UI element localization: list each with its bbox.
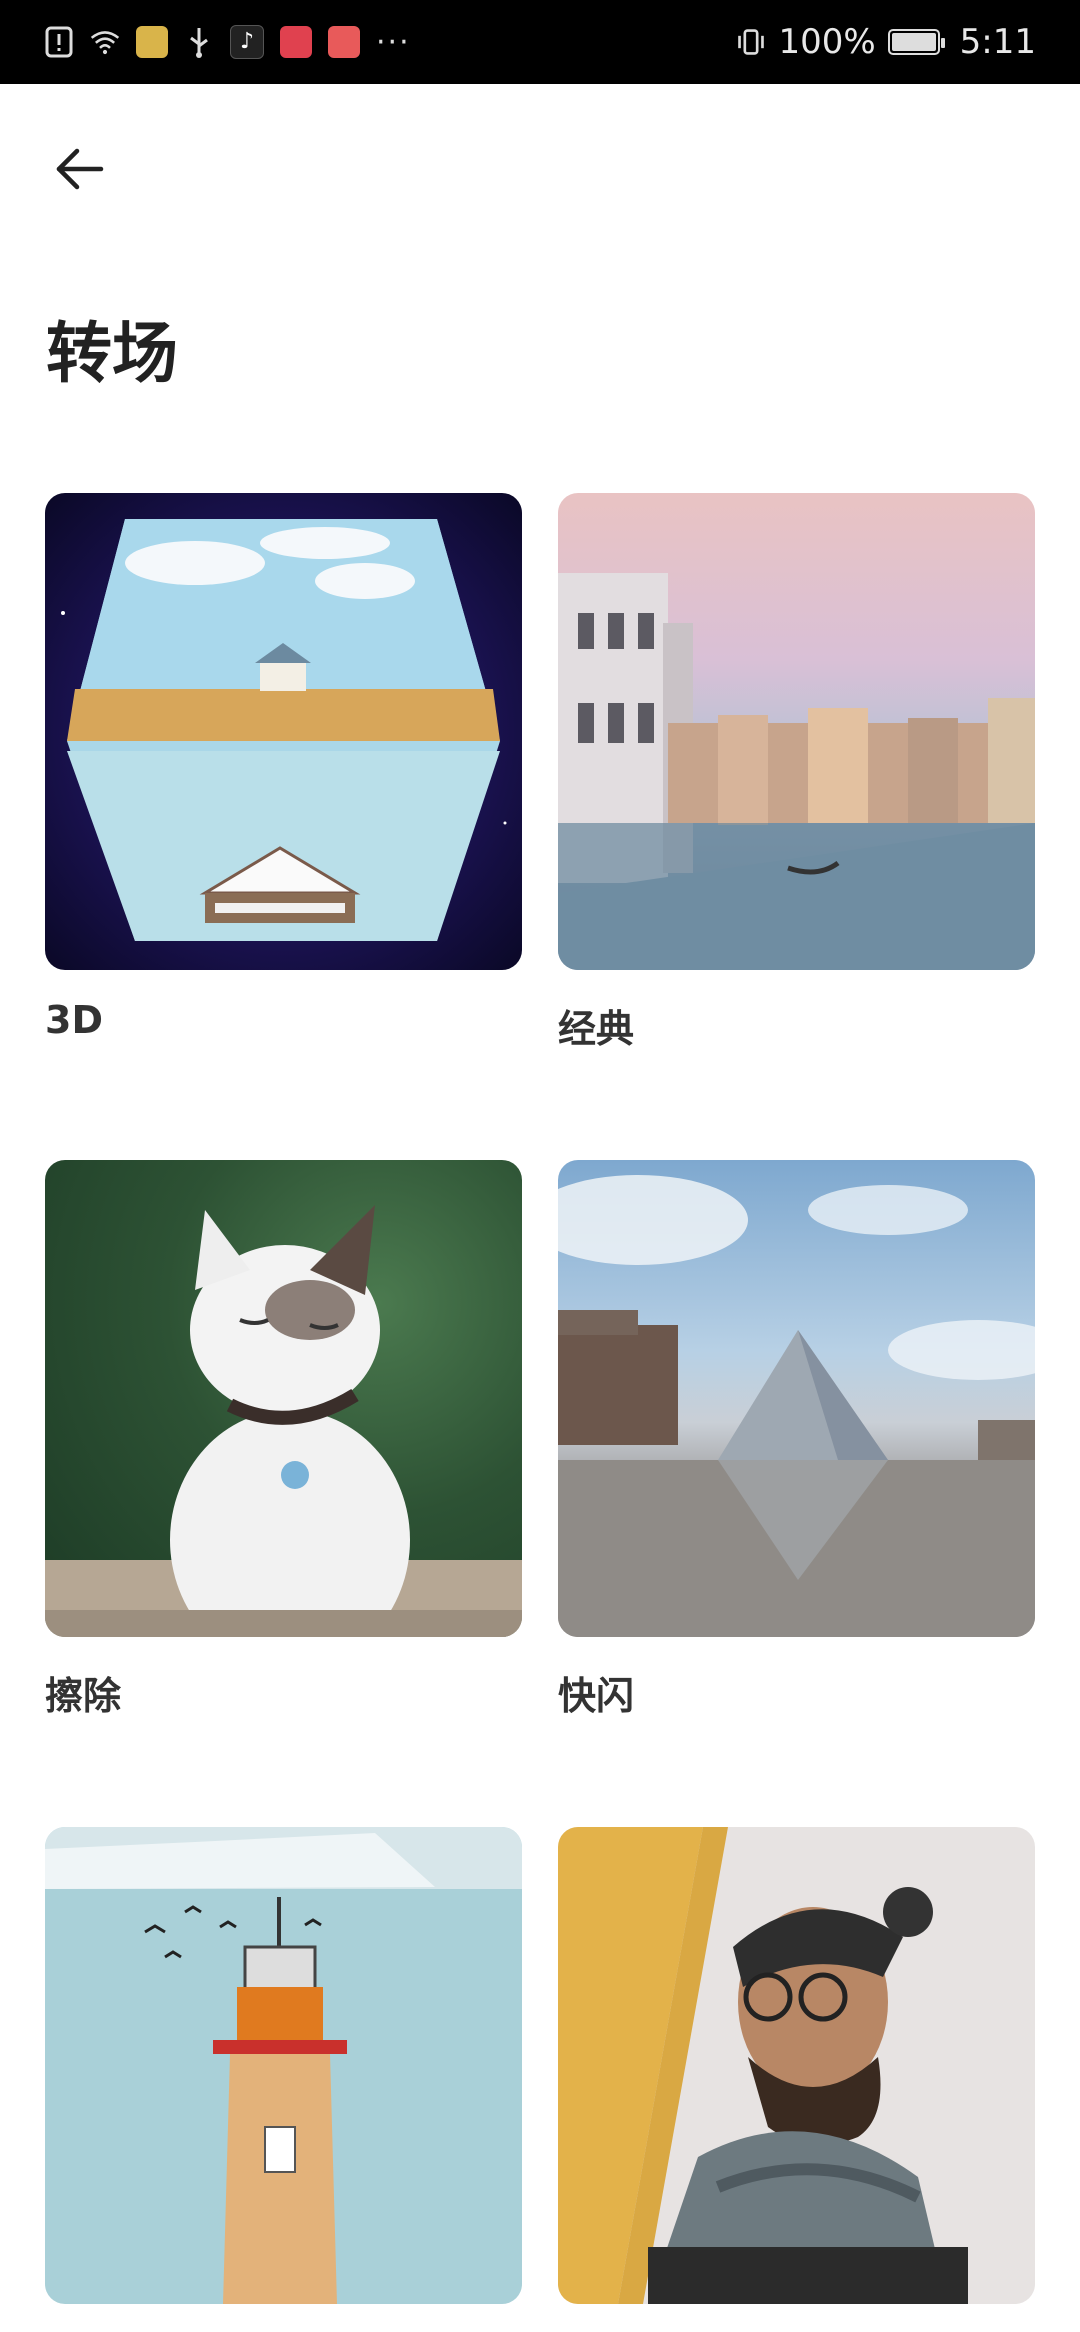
transition-thumbnail: [45, 493, 522, 970]
back-button[interactable]: [40, 130, 118, 208]
battery-level-fill: [891, 33, 936, 51]
transition-label: 3D: [45, 998, 103, 1042]
transition-thumbnail: [558, 1827, 1035, 2304]
shop-app-icon: [280, 26, 312, 58]
battery-icon: [887, 29, 945, 55]
status-bar-right: 100% 5:11: [736, 0, 1036, 84]
transition-thumbnail: [45, 1827, 522, 2304]
transition-card-flash[interactable]: 快闪: [558, 1160, 1035, 1720]
transition-card-classic[interactable]: 经典: [558, 493, 1035, 1053]
book-app-icon: [328, 26, 360, 58]
transition-card-5[interactable]: [45, 1827, 522, 2332]
more-notifications-icon: ···: [376, 24, 411, 60]
battery-percent: 100%: [778, 22, 876, 62]
page-title: 转场: [46, 315, 178, 392]
transition-card-6[interactable]: [558, 1827, 1035, 2332]
vibrate-icon: [736, 25, 766, 59]
transition-card-wipe[interactable]: 擦除: [45, 1160, 522, 1720]
alert-icon: [44, 25, 74, 59]
transition-label: 擦除: [45, 1674, 122, 1718]
transition-card-3d[interactable]: 3D: [45, 493, 522, 1042]
status-bar-left: ♪ ···: [44, 0, 411, 84]
transition-label: 经典: [558, 1007, 635, 1051]
transition-thumbnail: [45, 1160, 522, 1637]
transition-thumbnail: [558, 1160, 1035, 1637]
status-bar: ♪ ··· 100% 5:11: [0, 0, 1080, 84]
usb-icon: [184, 25, 214, 59]
tiktok-app-icon: ♪: [230, 25, 264, 59]
wifi-icon: [90, 25, 120, 59]
arrow-left-icon: [56, 148, 104, 190]
clock: 5:11: [959, 22, 1036, 62]
taxi-app-icon: [136, 26, 168, 58]
transition-label: 快闪: [558, 1674, 635, 1718]
transition-thumbnail: [558, 493, 1035, 970]
